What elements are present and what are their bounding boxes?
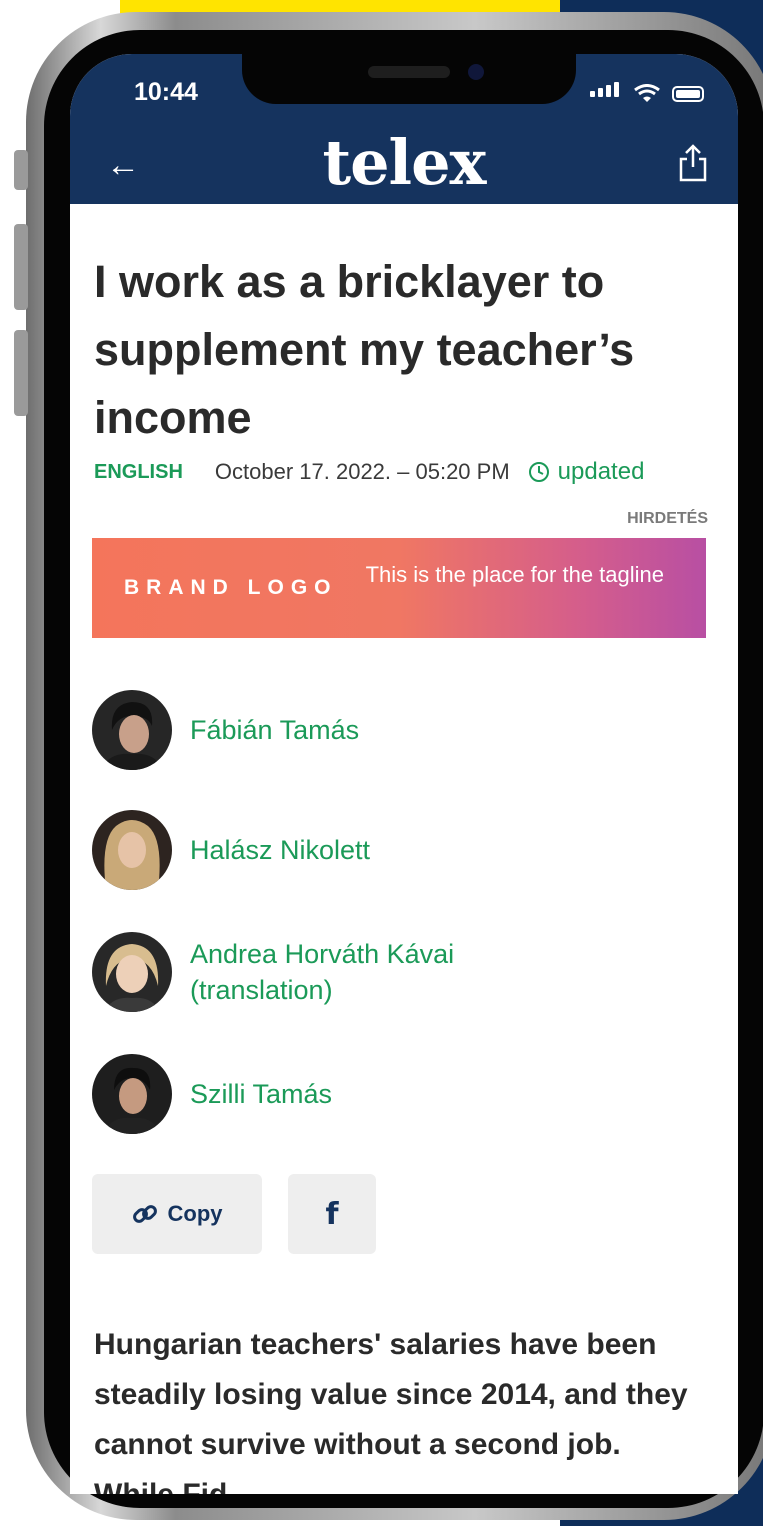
ad-label: HIRDETÉS bbox=[627, 510, 708, 527]
author-item[interactable]: Fábián Tamás bbox=[92, 690, 359, 770]
facebook-share-button[interactable]: f bbox=[288, 1174, 376, 1254]
phone-volume-down bbox=[14, 330, 28, 416]
phone-notch bbox=[242, 54, 576, 104]
share-icon[interactable] bbox=[678, 144, 708, 182]
avatar bbox=[92, 690, 172, 770]
ad-brand-logo: BRAND LOGO bbox=[124, 576, 338, 599]
updated-indicator[interactable]: updated bbox=[528, 458, 645, 486]
app-header: 10:44 ← telex bbox=[70, 54, 738, 204]
copy-link-button[interactable]: Copy bbox=[92, 1174, 262, 1254]
article-meta: ENGLISH October 17. 2022. – 05:20 PM upd… bbox=[94, 458, 644, 486]
cellular-signal-icon bbox=[590, 82, 622, 102]
front-camera bbox=[468, 64, 484, 80]
clock-icon bbox=[528, 462, 549, 482]
telex-logo: telex bbox=[322, 126, 486, 199]
copy-label: Copy bbox=[167, 1201, 223, 1226]
article-lead: Hungarian teachers' salaries have been s… bbox=[94, 1328, 688, 1494]
wifi-icon bbox=[634, 84, 660, 102]
status-icons bbox=[590, 82, 704, 102]
author-name: Fábián Tamás bbox=[190, 715, 360, 745]
avatar bbox=[92, 932, 172, 1012]
author-item[interactable]: Andrea Horváth Kávai (translation) bbox=[92, 932, 510, 1012]
phone-mute-switch bbox=[14, 150, 28, 190]
avatar bbox=[92, 1054, 172, 1134]
ad-tagline: This is the place for the tagline bbox=[365, 562, 664, 587]
facebook-icon: f bbox=[325, 1196, 339, 1232]
publish-date: October 17. 2022. – 05:20 PM bbox=[214, 459, 510, 484]
updated-label: updated bbox=[557, 458, 645, 485]
phone-screen: 10:44 ← telex I work as a bricklayer to … bbox=[70, 54, 738, 1494]
status-time: 10:44 bbox=[134, 78, 198, 106]
author-item[interactable]: Szilli Tamás bbox=[92, 1054, 332, 1134]
category-link[interactable]: ENGLISH bbox=[94, 461, 183, 484]
phone-volume-up bbox=[14, 224, 28, 310]
author-name: Halász Nikolett bbox=[190, 835, 371, 865]
author-name: Szilli Tamás bbox=[190, 1079, 333, 1109]
battery-icon bbox=[672, 86, 704, 102]
earpiece-speaker bbox=[368, 66, 450, 78]
avatar bbox=[92, 810, 172, 890]
ad-banner[interactable]: BRAND LOGO This is the place for the tag… bbox=[92, 538, 706, 638]
link-icon bbox=[132, 1205, 157, 1223]
article-title: I work as a bricklayer to supplement my … bbox=[94, 256, 635, 443]
author-item[interactable]: Halász Nikolett bbox=[92, 810, 370, 890]
author-name: Andrea Horváth Kávai (translation) bbox=[190, 939, 455, 1005]
